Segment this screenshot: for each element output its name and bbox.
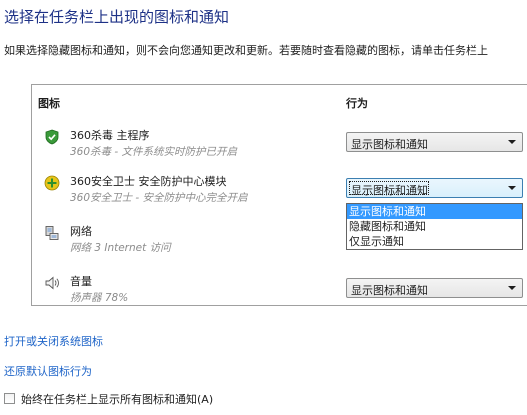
chevron-down-icon (508, 286, 516, 290)
row-description: 网络 3 Internet 访问 (70, 242, 171, 254)
network-icon (45, 226, 59, 240)
restore-default-behavior-link[interactable]: 还原默认图标行为 (4, 363, 92, 379)
chevron-down-icon (508, 186, 516, 190)
row-description: 扬声器 78% (70, 292, 129, 304)
chevron-down-icon (508, 140, 516, 144)
always-show-all-icons-label[interactable]: 始终在任务栏上显示所有图标和通知(A) (21, 391, 213, 407)
notification-row-360-antivirus: 360杀毒 主程序 360杀毒 - 文件系统实时防护已开启 显示图标和通知 (32, 127, 527, 167)
row-description: 360安全卫士 - 安全防护中心完全开启 (70, 192, 248, 204)
row-name: 360杀毒 主程序 (70, 129, 150, 142)
page-description: 如果选择隐藏图标和通知，则不会向您通知更改和更新。若要随时查看隐藏的图标，请单击… (4, 44, 488, 57)
dropdown-option-show-icon-and-notifications[interactable]: 显示图标和通知 (347, 204, 522, 219)
notification-icons-panel: 图标 行为 360杀毒 主程序 360杀毒 - 文件系统实时防护已开启 显示图标… (31, 84, 527, 306)
row-description: 360杀毒 - 文件系统实时防护已开启 (70, 146, 238, 158)
row-name: 网络 (70, 225, 92, 238)
360-safe-icon (44, 175, 60, 191)
column-header-behavior: 行为 (346, 97, 368, 110)
behavior-select-volume[interactable]: 显示图标和通知 (346, 278, 523, 298)
speaker-icon (45, 276, 59, 290)
dropdown-option-hide-icon-and-notifications[interactable]: 隐藏图标和通知 (347, 219, 522, 234)
focus-ring (349, 181, 429, 195)
select-value: 显示图标和通知 (351, 284, 428, 297)
page-title: 选择在任务栏上出现的图标和通知 (4, 8, 230, 26)
select-value: 显示图标和通知 (351, 138, 428, 151)
behavior-select-360-safe[interactable]: 显示图标和通知 (346, 178, 523, 198)
row-name: 音量 (70, 275, 92, 288)
notification-row-volume: 音量 扬声器 78% 显示图标和通知 (32, 273, 527, 313)
toggle-system-icons-link[interactable]: 打开或关闭系统图标 (4, 333, 103, 349)
shield-check-icon (45, 129, 59, 145)
dropdown-option-only-show-notifications[interactable]: 仅显示通知 (347, 234, 522, 249)
row-name: 360安全卫士 安全防护中心模块 (70, 175, 227, 188)
behavior-dropdown-list: 显示图标和通知 隐藏图标和通知 仅显示通知 (346, 203, 523, 250)
column-header-icon: 图标 (38, 97, 60, 110)
always-show-all-icons-checkbox[interactable] (4, 393, 15, 404)
behavior-select-360-antivirus[interactable]: 显示图标和通知 (346, 132, 523, 152)
